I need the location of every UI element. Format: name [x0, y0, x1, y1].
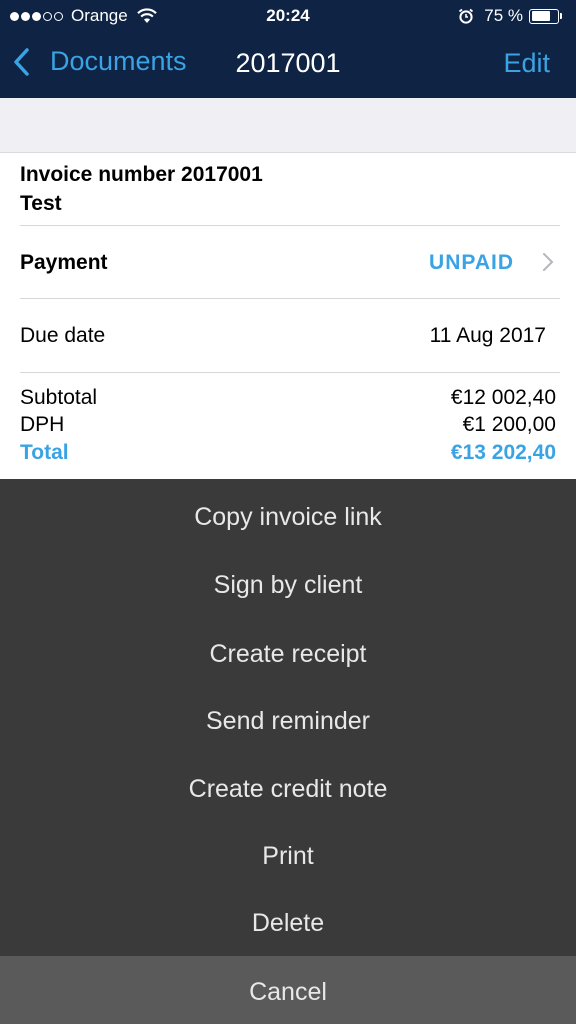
top-bar: Orange 20:24 75 % Documents 2017001 Edit [0, 0, 576, 98]
total-value: €13 202,40 [450, 441, 556, 464]
subtotal-value: €12 002,40 [450, 386, 556, 409]
send-reminder-button[interactable]: Send reminder [0, 707, 576, 736]
back-button[interactable]: Documents [12, 46, 187, 77]
due-date-label: Due date [20, 324, 106, 347]
print-button[interactable]: Print [0, 842, 576, 871]
create-receipt-button[interactable]: Create receipt [0, 640, 576, 669]
section-spacer [0, 98, 576, 153]
chevron-right-icon [543, 253, 554, 271]
invoice-header: Invoice number 2017001 Test [20, 160, 263, 218]
delete-button[interactable]: Delete [0, 909, 576, 938]
sign-by-client-button[interactable]: Sign by client [0, 571, 576, 600]
cancel-button[interactable]: Cancel [0, 956, 576, 1024]
cancel-label: Cancel [249, 978, 327, 1006]
payment-label: Payment [20, 251, 108, 274]
battery-percent: 75 % [484, 6, 523, 25]
back-label: Documents [50, 46, 187, 76]
divider [20, 372, 560, 373]
payment-status-badge[interactable]: UNPAID [429, 251, 514, 275]
due-date-value: 11 Aug 2017 [429, 324, 546, 347]
create-credit-note-button[interactable]: Create credit note [0, 775, 576, 804]
tax-label: DPH [20, 413, 65, 436]
action-sheet: Copy invoice link Sign by client Create … [0, 479, 576, 1024]
status-right: 75 % [458, 6, 562, 26]
battery-icon [529, 8, 562, 24]
tax-value: €1 200,00 [462, 413, 556, 436]
alarm-icon [459, 8, 474, 24]
invoice-number: Invoice number 2017001 [20, 163, 263, 186]
edit-button[interactable]: Edit [503, 48, 550, 79]
total-label: Total [20, 441, 69, 464]
divider [20, 298, 560, 299]
status-bar: Orange 20:24 75 % [0, 0, 576, 32]
nav-bar: Documents 2017001 Edit [0, 32, 576, 98]
subtotal-label: Subtotal [20, 386, 98, 409]
chevron-left-icon [14, 47, 29, 76]
copy-invoice-link-button[interactable]: Copy invoice link [0, 503, 576, 532]
invoice-client: Test [20, 192, 62, 215]
